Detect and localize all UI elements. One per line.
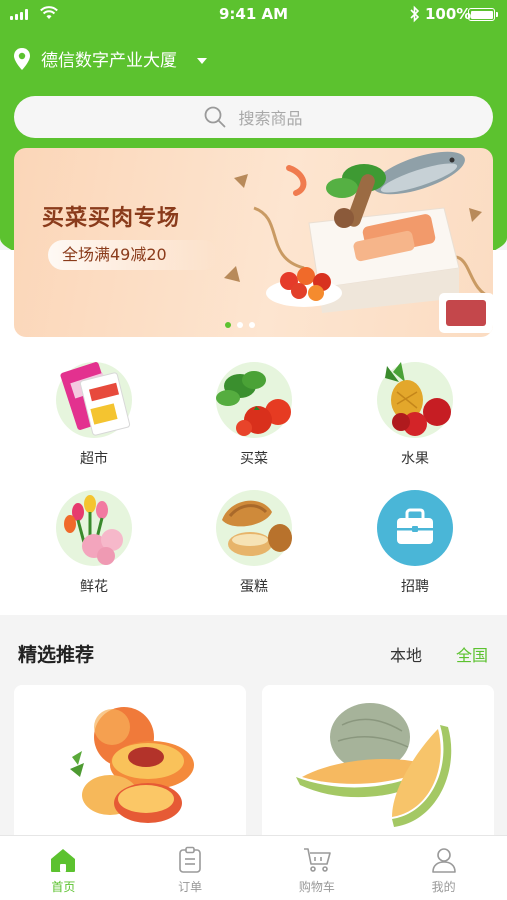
category-label: 蛋糕: [240, 579, 268, 595]
banner-pagination: [14, 322, 479, 328]
category-label: 水果: [401, 451, 429, 467]
tab-local[interactable]: 本地: [390, 642, 422, 666]
tab-nationwide[interactable]: 全国: [456, 642, 488, 666]
banner-title: 买菜买肉专场: [42, 206, 181, 231]
category-label: 买菜: [240, 451, 268, 467]
cake-icon: [216, 490, 292, 566]
peach-image: [70, 707, 194, 823]
category-recruit[interactable]: 招聘: [355, 490, 475, 596]
tab-label: 订单: [178, 880, 203, 894]
tab-cart[interactable]: 购物车: [254, 836, 381, 900]
tab-label: 购物车: [298, 880, 335, 894]
banner-subtitle: 全场满49减20: [48, 240, 218, 270]
home-icon: [51, 849, 76, 872]
melon-image: [296, 703, 452, 827]
tab-label: 首页: [51, 880, 76, 894]
tab-orders[interactable]: 订单: [127, 836, 254, 900]
user-icon: [431, 848, 456, 873]
section-title: 精选推荐: [18, 644, 95, 666]
search-placeholder: 搜索商品: [238, 109, 303, 128]
briefcase-icon: [377, 490, 453, 566]
category-label: 超市: [80, 451, 108, 467]
bluetooth-icon: [410, 5, 420, 23]
category-supermarket[interactable]: 超市: [34, 362, 154, 468]
category-fruit[interactable]: 水果: [355, 362, 475, 468]
category-label: 招聘: [401, 579, 429, 595]
category-cake[interactable]: 蛋糕: [194, 490, 314, 596]
battery-percent: 100%: [425, 5, 472, 23]
banner-groceries-image: [224, 151, 493, 333]
banner-dot[interactable]: [224, 322, 231, 328]
search-bar[interactable]: 搜索商品: [14, 96, 493, 138]
supermarket-icon: [56, 362, 132, 438]
bottom-tab-bar: 首页 订单 购物车 我的: [0, 835, 507, 900]
category-label: 鲜花: [80, 579, 108, 595]
status-bar: 9:41 AM 100%: [0, 0, 507, 30]
fruit-icon: [377, 362, 453, 438]
location-pin-icon: [14, 47, 30, 70]
search-icon: [205, 106, 226, 128]
flowers-icon: [56, 490, 132, 566]
tab-home[interactable]: 首页: [0, 836, 127, 900]
cart-icon: [303, 848, 331, 872]
category-flowers[interactable]: 鲜花: [34, 490, 154, 596]
location-name: 德信数字产业大厦: [41, 51, 177, 71]
battery-icon: [468, 8, 498, 21]
order-icon: [179, 846, 201, 873]
banner-dot[interactable]: [236, 322, 243, 328]
chevron-down-icon: [197, 58, 207, 64]
promo-banner[interactable]: 买菜买肉专场 全场满49减20: [14, 148, 493, 337]
location-selector[interactable]: 德信数字产业大厦: [12, 46, 207, 71]
tab-profile[interactable]: 我的: [380, 836, 507, 900]
tab-label: 我的: [431, 880, 456, 894]
banner-dot[interactable]: [248, 322, 255, 328]
category-vegetables[interactable]: 买菜: [194, 362, 314, 468]
vegetables-icon: [216, 362, 292, 438]
product-card[interactable]: [262, 685, 494, 845]
product-card[interactable]: [14, 685, 246, 845]
